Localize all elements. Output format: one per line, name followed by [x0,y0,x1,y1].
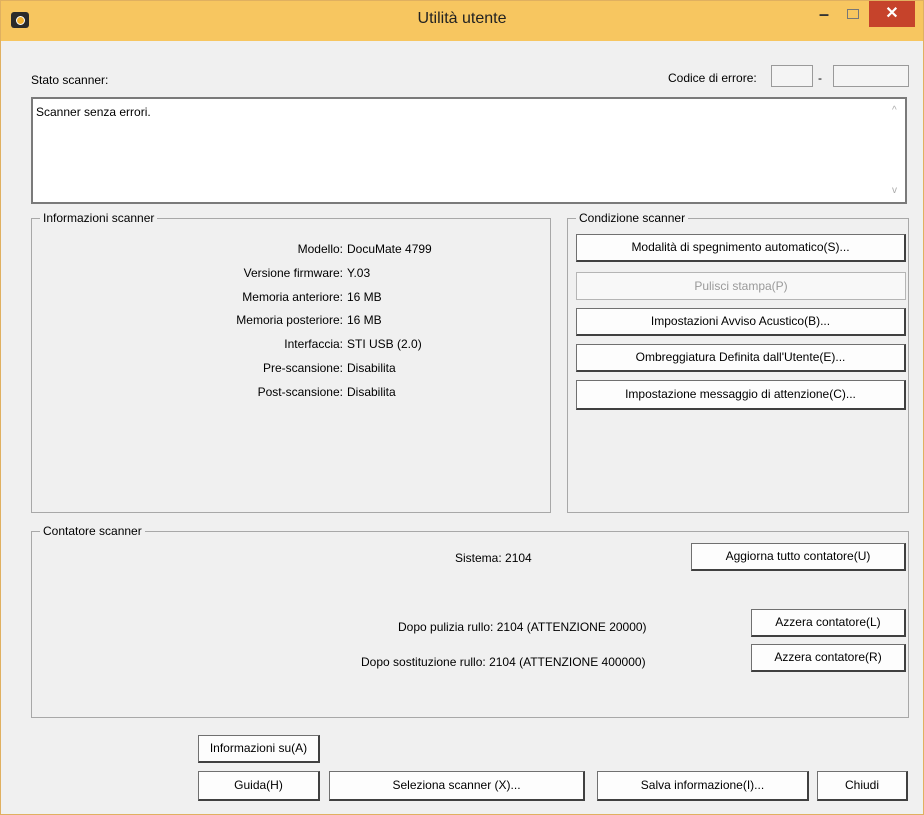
title-bar[interactable]: Utilità utente – ✕ [1,1,923,41]
reset-counter-l-button[interactable]: Azzera contatore(L) [751,609,906,637]
user-shading-button[interactable]: Ombreggiatura Definita dall'Utente(E)... [576,344,906,372]
update-all-counters-button[interactable]: Aggiorna tutto contatore(U) [691,543,906,571]
error-code-field-1[interactable] [771,65,813,87]
window-title: Utilità utente [417,10,507,27]
error-code-label: Codice di errore: [668,71,757,85]
help-button[interactable]: Guida(H) [198,771,320,801]
status-message: Scanner senza errori. [36,105,151,119]
scanner-condition-title: Condizione scanner [576,211,689,225]
after-roller-replacement-counter: Dopo sostituzione rullo: 2104 (ATTENZION… [361,655,646,669]
system-counter: Sistema: 2104 [455,551,532,565]
scroll-down-icon[interactable]: v [892,185,897,196]
scroll-up-icon[interactable]: ^ [892,105,897,116]
select-scanner-button[interactable]: Seleziona scanner (X)... [329,771,585,801]
user-utility-window: Utilità utente – ✕ Stato scanner: Codice… [0,0,924,815]
minimize-button[interactable]: – [809,1,839,27]
auto-power-off-button[interactable]: Modalità di spegnimento automatico(S)... [576,234,906,262]
attention-message-button[interactable]: Impostazione messaggio di attenzione(C).… [576,380,906,410]
about-button[interactable]: Informazioni su(A) [198,735,320,763]
clean-print-button[interactable]: Pulisci stampa(P) [576,272,906,300]
error-code-separator: - [818,71,822,85]
maximize-icon [847,9,859,19]
status-message-box[interactable]: Scanner senza errori. ^ v [31,97,907,204]
save-info-button[interactable]: Salva informazione(I)... [597,771,809,801]
scanner-info-title: Informazioni scanner [40,211,158,225]
beep-settings-button[interactable]: Impostazioni Avviso Acustico(B)... [576,308,906,336]
close-window-button[interactable]: ✕ [869,1,915,27]
close-button[interactable]: Chiudi [817,771,908,801]
after-roller-cleaning-counter: Dopo pulizia rullo: 2104 (ATTENZIONE 200… [398,620,647,634]
scanner-status-label: Stato scanner: [31,73,109,87]
reset-counter-r-button[interactable]: Azzera contatore(R) [751,644,906,672]
scanner-counter-title: Contatore scanner [40,524,145,538]
status-scrollbar[interactable]: ^ v [888,99,905,202]
error-code-field-2[interactable] [833,65,909,87]
maximize-button[interactable] [839,1,867,27]
